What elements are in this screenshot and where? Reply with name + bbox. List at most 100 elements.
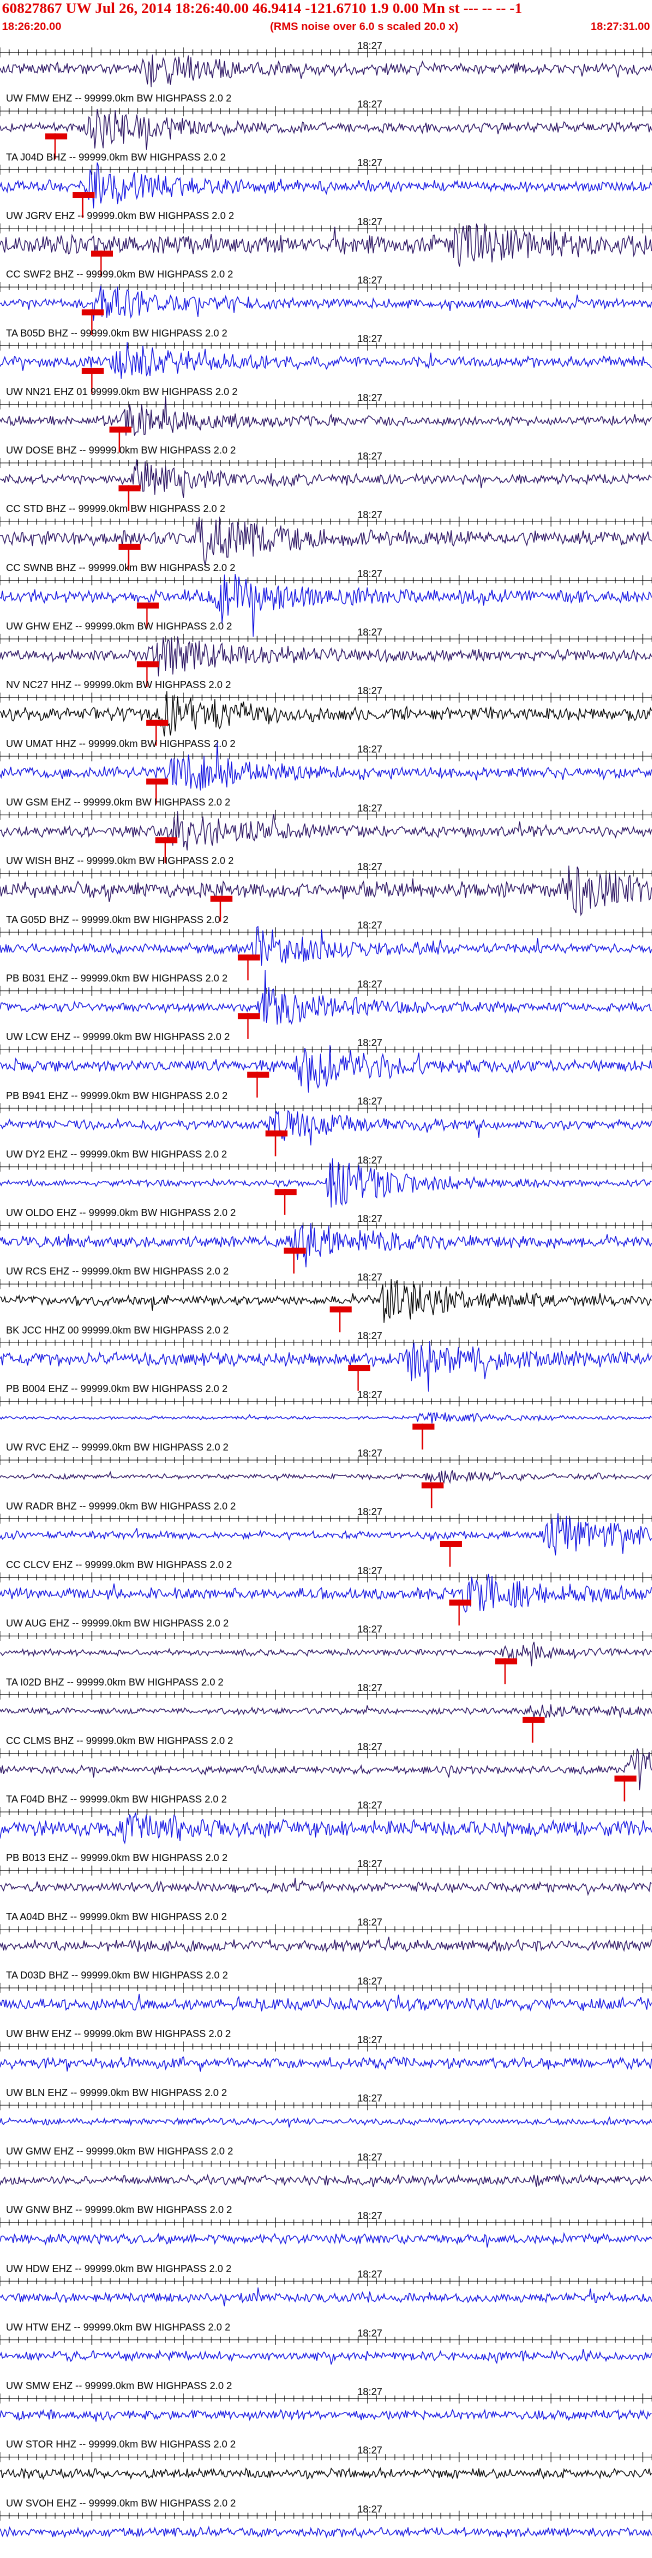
trace-row: 18:27 UW BLN EHZ -- 99999.0km BW HIGHPASS… bbox=[0, 2088, 652, 2128]
pick-flag bbox=[237, 954, 260, 961]
station-label: PB B941 EHZ -- 99999.0km BW HIGHPASS 2.0… bbox=[6, 1091, 228, 1102]
pick-flag bbox=[348, 1365, 371, 1372]
record-header: 60827867 UW Jul 26, 2014 18:26:40.00 46.… bbox=[0, 0, 652, 36]
pick-flag bbox=[237, 1013, 260, 1020]
station-label: UW BHW EHZ -- 99999.0km BW HIGHPASS 2.0 … bbox=[6, 2029, 231, 2040]
station-label: UW STOR HHZ -- 99999.0km BW HIGHPASS 2.0… bbox=[6, 2440, 236, 2451]
station-label: CC CLCV EHZ -- 99999.0km BW HIGHPASS 2.0… bbox=[6, 1560, 232, 1571]
tick-label: 18:27 bbox=[357, 1273, 382, 1284]
waveform bbox=[0, 1109, 652, 1146]
station-label: UW GHW EHZ -- 99999.0km BW HIGHPASS 2.0 … bbox=[6, 622, 232, 633]
event-title: 60827867 UW Jul 26, 2014 18:26:40.00 46.… bbox=[2, 1, 523, 17]
trace-row: 18:27 CC CLCV EHZ -- 99999.0km BW HIGHPAS… bbox=[0, 1560, 652, 1626]
pick-flag bbox=[91, 250, 114, 257]
station-label: UW RCS EHZ -- 99999.0km BW HIGHPASS 2.0 … bbox=[6, 1267, 229, 1278]
pick-flag bbox=[495, 1658, 518, 1665]
tick-label: 18:27 bbox=[357, 276, 382, 287]
waveform bbox=[0, 1278, 652, 1323]
pick-flag bbox=[109, 426, 132, 433]
waveform bbox=[0, 1936, 652, 1953]
tick-label: 18:27 bbox=[357, 569, 382, 580]
tick-label: 18:27 bbox=[357, 862, 382, 873]
trace-row: 18:27 UW GMW EHZ -- 99999.0km BW HIGHPASS… bbox=[0, 2146, 652, 2188]
station-label: UW UMAT HHZ -- 99999.0km BW HIGHPASS 2.0… bbox=[6, 739, 236, 750]
waveform bbox=[0, 1993, 652, 2012]
station-label: UW RVC EHZ -- 99999.0km BW HIGHPASS 2.0 … bbox=[6, 1443, 229, 1454]
tick-label: 18:27 bbox=[357, 1449, 382, 1460]
waveform bbox=[0, 1812, 652, 1845]
trace-row: 18:27 UW STOR HHZ -- 99999.0km BW HIGHPAS… bbox=[0, 2440, 652, 2481]
trace-row: 18:27 UW LCW EHZ -- 99999.0km BW HIGHPASS… bbox=[0, 1032, 652, 1098]
tick-label: 18:27 bbox=[357, 41, 382, 52]
station-label: UW GSM EHZ -- 99999.0km BW HIGHPASS 2.0 … bbox=[6, 798, 231, 809]
rms-note: (RMS noise over 6.0 s scaled 20.0 x) bbox=[270, 21, 459, 33]
trace-row: 18:27 PB B941 EHZ -- 99999.0km BW HIGHPAS… bbox=[0, 1091, 652, 1157]
tick-label: 18:27 bbox=[357, 2504, 382, 2515]
tick-label: 18:27 bbox=[357, 745, 382, 756]
tick-label: 18:27 bbox=[357, 1331, 382, 1342]
waveform bbox=[0, 162, 652, 209]
tick-label: 18:27 bbox=[357, 393, 382, 404]
pick-flag bbox=[439, 1540, 462, 1547]
waveform bbox=[0, 2287, 652, 2307]
waveform bbox=[0, 1573, 652, 1613]
tick-label: 18:27 bbox=[357, 158, 382, 169]
station-label: NV NC27 HHZ -- 99999.0km BW HIGHPASS 2.0… bbox=[6, 680, 231, 691]
tick-label: 18:27 bbox=[357, 2094, 382, 2105]
trace-row: 18:27 UW NN21 EHZ 01 99999.0km BW HIGHPAS… bbox=[0, 387, 652, 453]
waveform bbox=[0, 811, 652, 851]
station-label: CC SWF2 BHZ -- 99999.0km BW HIGHPASS 2.0… bbox=[6, 270, 234, 281]
waveform bbox=[0, 285, 652, 321]
waveform bbox=[0, 2116, 652, 2128]
trace-row: 18:27 TA I02D BHZ -- 99999.0km BW HIGHPAS… bbox=[0, 1677, 652, 1743]
station-label: UW AUG EHZ -- 99999.0km BW HIGHPASS 2.0 … bbox=[6, 1619, 229, 1630]
waveform bbox=[0, 1513, 652, 1556]
tick-label: 18:27 bbox=[357, 2211, 382, 2222]
waveform bbox=[0, 2525, 652, 2539]
tick-label: 18:27 bbox=[357, 1624, 382, 1635]
pick-flag bbox=[265, 1130, 288, 1137]
pick-flag bbox=[45, 133, 68, 140]
tick-label: 18:27 bbox=[357, 1038, 382, 1049]
trace-row: 18:27 UW WISH BHZ -- 99999.0km BW HIGHPAS… bbox=[0, 856, 652, 922]
pick-flag bbox=[136, 602, 159, 609]
trace-row: 18:27 NV NC27 HHZ -- 99999.0km BW HIGHPAS… bbox=[0, 680, 652, 746]
tick-label: 18:27 bbox=[357, 1155, 382, 1166]
station-label: UW WISH BHZ -- 99999.0km BW HIGHPASS 2.0… bbox=[6, 856, 234, 867]
trace-row: 18:27 UW BHW EHZ -- 99999.0km BW HIGHPASS… bbox=[0, 2029, 652, 2072]
waveform bbox=[0, 1158, 652, 1208]
trace-row: 18:27 CC STD BHZ -- 99999.0km BW HIGHPASS… bbox=[0, 504, 652, 570]
station-label: TA D03D BHZ -- 99999.0km BW HIGHPASS 2.0… bbox=[6, 1971, 228, 1982]
tick-label: 18:27 bbox=[357, 100, 382, 111]
tick-label: 18:27 bbox=[357, 1097, 382, 1108]
tick-label: 18:27 bbox=[357, 686, 382, 697]
tick-label: 18:27 bbox=[357, 2035, 382, 2046]
tick-label: 18:27 bbox=[357, 1566, 382, 1577]
tick-label: 18:27 bbox=[357, 1507, 382, 1518]
waveform bbox=[0, 636, 652, 677]
trace-row: 18:27 UW UMAT HHZ -- 99999.0km BW HIGHPAS… bbox=[0, 739, 652, 805]
waveform bbox=[0, 54, 652, 88]
station-label: UW DY2 EHZ -- 99999.0km BW HIGHPASS 2.0 … bbox=[6, 1149, 227, 1160]
waveform bbox=[0, 1704, 652, 1719]
trace-row: 18:27 TA J04D BHZ -- 99999.0km BW HIGHPAS… bbox=[0, 152, 652, 218]
waveform bbox=[0, 2173, 652, 2188]
waveform bbox=[0, 1748, 652, 1791]
trace-row: 18:27 UW SVOH EHZ -- 99999.0km BW HIGHPAS… bbox=[0, 2498, 652, 2539]
waveform bbox=[0, 459, 652, 498]
waveform bbox=[0, 2232, 652, 2248]
tick-label: 18:27 bbox=[357, 1976, 382, 1987]
station-label: TA J04D BHZ -- 99999.0km BW HIGHPASS 2.0… bbox=[6, 152, 226, 163]
station-label: TA A04D BHZ -- 99999.0km BW HIGHPASS 2.0… bbox=[6, 1912, 227, 1923]
pick-flag bbox=[72, 192, 95, 199]
trace-row: 18:27 BK JCC HHZ 00 99999.0km BW HIGHPASS… bbox=[0, 1325, 652, 1392]
pick-flag bbox=[421, 1482, 444, 1489]
pick-flag bbox=[146, 719, 169, 726]
pick-flag bbox=[329, 1306, 352, 1313]
waveform bbox=[0, 2056, 652, 2072]
station-label: UW OLDO EHZ -- 99999.0km BW HIGHPASS 2.0… bbox=[6, 1208, 236, 1219]
waveform bbox=[0, 2408, 652, 2422]
trace-row: 18:27 UW GSM EHZ -- 99999.0km BW HIGHPASS… bbox=[0, 798, 652, 863]
pick-flag bbox=[522, 1716, 545, 1723]
waveform bbox=[0, 1411, 652, 1424]
